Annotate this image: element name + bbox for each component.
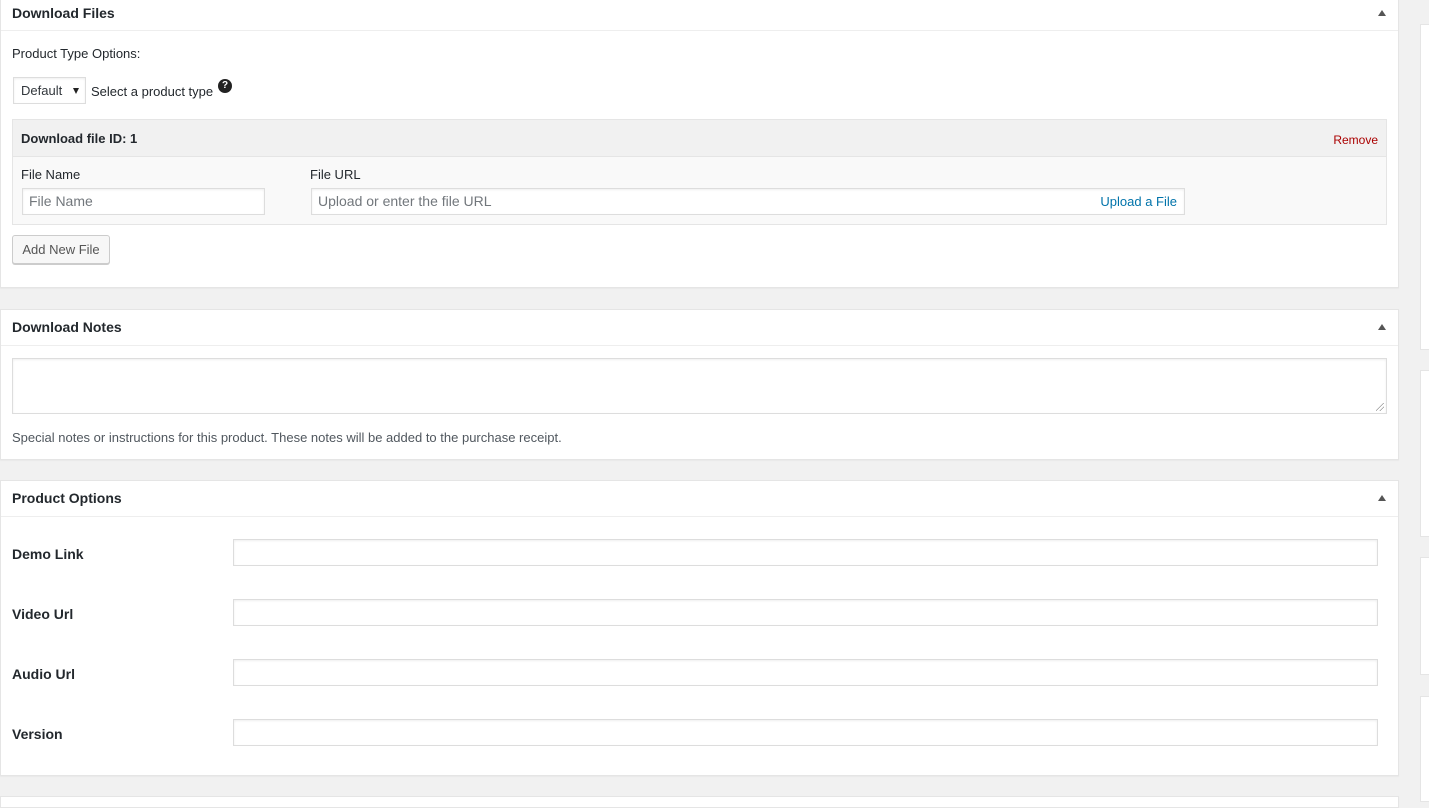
sidebar-box	[1420, 370, 1429, 537]
help-icon[interactable]: ?	[218, 79, 232, 93]
product-type-hint: Select a product type	[91, 84, 214, 99]
download-notes-header[interactable]: Download Notes	[1, 310, 1398, 346]
sidebar-edge	[1420, 0, 1429, 802]
download-file-id: Download file ID: 1	[21, 131, 138, 146]
download-file-row: Download file ID: 1 Remove File Name Fil…	[12, 119, 1387, 225]
add-new-file-button[interactable]: Add New File	[12, 235, 110, 264]
sidebar-box	[1420, 24, 1429, 350]
audio-url-input[interactable]	[233, 659, 1378, 686]
upload-file-button[interactable]: Upload a File	[1100, 194, 1177, 209]
file-name-input[interactable]: File Name	[22, 188, 265, 215]
main-content: Download Files Product Type Options: Def…	[0, 0, 1399, 808]
version-label: Version	[12, 726, 63, 742]
product-type-select[interactable]: Default	[13, 77, 86, 104]
collapse-arrow-icon[interactable]	[1378, 495, 1386, 501]
download-notes-title: Download Notes	[12, 319, 122, 335]
download-notes-textarea[interactable]	[12, 358, 1387, 414]
dropdown-arrow-icon	[73, 88, 79, 94]
audio-url-label: Audio Url	[12, 666, 75, 682]
notes-description: Special notes or instructions for this p…	[12, 430, 562, 445]
product-options-box: Product Options Demo Link Video Url Audi…	[0, 480, 1399, 776]
file-url-placeholder: Upload or enter the file URL	[318, 193, 492, 209]
next-box-edge	[0, 796, 1399, 808]
file-name-placeholder: File Name	[29, 193, 93, 209]
product-type-selected: Default	[21, 83, 63, 98]
file-row-header: Download file ID: 1 Remove	[13, 120, 1386, 157]
collapse-arrow-icon[interactable]	[1378, 10, 1386, 16]
video-url-label: Video Url	[12, 606, 74, 622]
product-type-label: Product Type Options:	[12, 46, 141, 61]
collapse-arrow-icon[interactable]	[1378, 324, 1386, 330]
resize-handle-icon[interactable]	[1376, 403, 1384, 411]
file-url-label: File URL	[310, 167, 361, 182]
download-files-box: Download Files Product Type Options: Def…	[0, 0, 1399, 288]
product-options-title: Product Options	[12, 490, 122, 506]
download-notes-box: Download Notes Special notes or instruct…	[0, 309, 1399, 460]
sidebar-box	[1420, 557, 1429, 675]
file-url-input[interactable]: Upload or enter the file URL Upload a Fi…	[311, 188, 1185, 215]
product-options-header[interactable]: Product Options	[1, 481, 1398, 517]
download-files-header[interactable]: Download Files	[1, 0, 1398, 31]
sidebar-box	[1420, 696, 1429, 802]
demo-link-label: Demo Link	[12, 546, 84, 562]
download-files-title: Download Files	[12, 5, 115, 21]
demo-link-input[interactable]	[233, 539, 1378, 566]
video-url-input[interactable]	[233, 599, 1378, 626]
file-name-label: File Name	[21, 167, 81, 182]
remove-file-link[interactable]: Remove	[1333, 133, 1378, 147]
version-input[interactable]	[233, 719, 1378, 746]
